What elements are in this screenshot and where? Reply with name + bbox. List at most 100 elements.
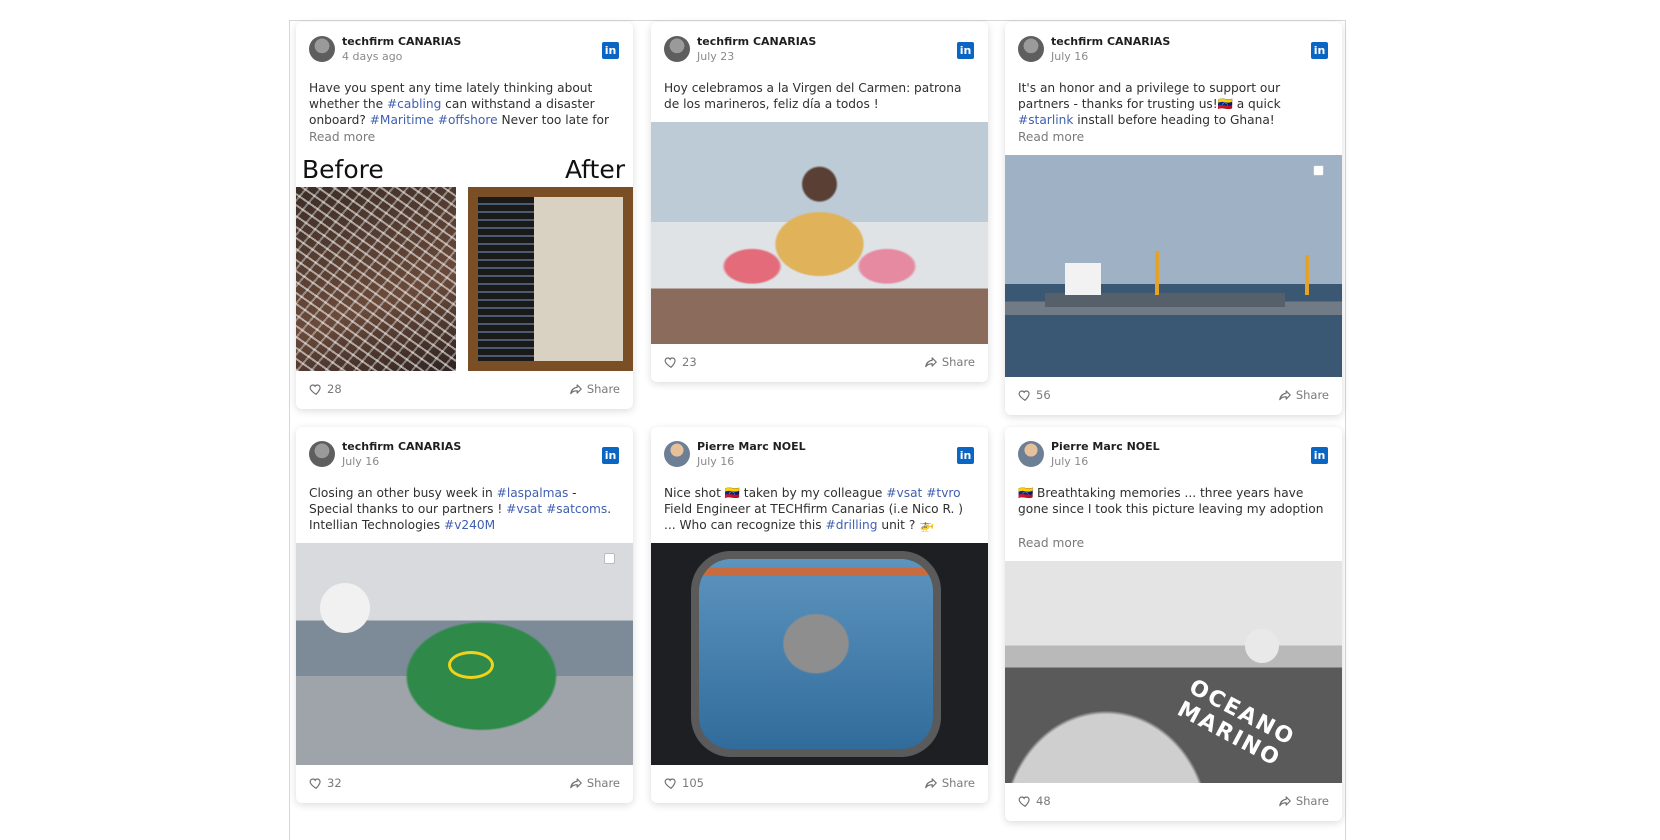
post-card[interactable]: techfirm CANARIAS 4 days ago in Have you… xyxy=(296,22,633,409)
like-button[interactable]: 28 xyxy=(309,382,342,396)
select-checkbox[interactable] xyxy=(604,553,615,564)
avatar[interactable] xyxy=(309,441,335,467)
author-name[interactable]: techfirm CANARIAS xyxy=(697,35,816,48)
linkedin-icon[interactable]: in xyxy=(957,447,974,464)
post-text: It's an honor and a privilege to support… xyxy=(1005,74,1342,128)
post-text: 🇻🇪 Breathtaking memories ... three years… xyxy=(1005,479,1342,517)
post-card[interactable]: Pierre Marc NOEL July 16 in Nice shot 🇻🇪… xyxy=(651,427,988,803)
author-name[interactable]: Pierre Marc NOEL xyxy=(697,440,806,453)
linkedin-icon[interactable]: in xyxy=(957,42,974,59)
post-card[interactable]: techfirm CANARIAS July 16 in It's an hon… xyxy=(1005,22,1342,415)
post-header: Pierre Marc NOEL July 16 in xyxy=(1005,427,1342,479)
post-image[interactable] xyxy=(651,122,988,344)
share-icon xyxy=(569,778,582,789)
like-button[interactable]: 105 xyxy=(664,776,704,790)
post-date: July 16 xyxy=(342,455,380,468)
post-header: Pierre Marc NOEL July 16 in xyxy=(651,427,988,479)
post-image[interactable]: OCEANO MARINO xyxy=(1005,561,1342,783)
read-more-link[interactable]: Read more xyxy=(1005,129,1342,145)
hashtag-link[interactable]: #laspalmas xyxy=(497,486,569,500)
share-button[interactable]: Share xyxy=(924,355,975,369)
post-text: Closing an other busy week in #laspalmas… xyxy=(296,479,633,533)
ship-hull xyxy=(1045,293,1285,307)
hashtag-link[interactable]: #tvro xyxy=(926,486,960,500)
hashtag-link[interactable]: #vsat xyxy=(506,502,542,516)
post-footer: 28 Share xyxy=(296,371,633,409)
author-name[interactable]: techfirm CANARIAS xyxy=(342,35,461,48)
helideck-lettering: OCEANO MARINO xyxy=(1173,674,1299,773)
like-button[interactable]: 48 xyxy=(1018,794,1051,808)
share-icon xyxy=(569,384,582,395)
post-header: techfirm CANARIAS July 23 in xyxy=(651,22,988,74)
post-footer: 56 Share xyxy=(1005,377,1342,415)
avatar[interactable] xyxy=(1018,441,1044,467)
like-count: 105 xyxy=(682,776,704,790)
hashtag-link[interactable]: #starlink xyxy=(1018,113,1073,127)
share-button[interactable]: Share xyxy=(569,382,620,396)
avatar[interactable] xyxy=(664,36,690,62)
avatar[interactable] xyxy=(1018,36,1044,62)
share-icon xyxy=(1278,796,1291,807)
post-card[interactable]: Pierre Marc NOEL July 16 in 🇻🇪 Breathtak… xyxy=(1005,427,1342,821)
author-name[interactable]: techfirm CANARIAS xyxy=(342,440,461,453)
hashtag-link[interactable]: #Maritime xyxy=(370,113,434,127)
radome xyxy=(320,583,370,633)
like-button[interactable]: 56 xyxy=(1018,388,1051,402)
share-button[interactable]: Share xyxy=(569,776,620,790)
post-footer: 48 Share xyxy=(1005,783,1342,821)
linkedin-icon[interactable]: in xyxy=(602,447,619,464)
share-icon xyxy=(924,778,937,789)
post-date: July 23 xyxy=(697,50,735,63)
heart-icon xyxy=(664,357,676,368)
share-label: Share xyxy=(586,776,620,790)
avatar[interactable] xyxy=(664,441,690,467)
like-count: 32 xyxy=(327,776,342,790)
after-photo-frame xyxy=(468,187,633,371)
post-image[interactable] xyxy=(651,543,988,765)
share-button[interactable]: Share xyxy=(1278,794,1329,808)
share-label: Share xyxy=(586,382,620,396)
post-header: techfirm CANARIAS July 16 in xyxy=(1005,22,1342,74)
post-footer: 32 Share xyxy=(296,765,633,803)
post-image[interactable]: Before After xyxy=(296,151,633,371)
like-count: 23 xyxy=(682,355,697,369)
post-text-segment: Hoy celebramos a la Virgen del Carmen: p… xyxy=(664,81,962,111)
share-button[interactable]: Share xyxy=(1278,388,1329,402)
post-image[interactable] xyxy=(296,543,633,765)
share-label: Share xyxy=(941,355,975,369)
post-text-segment: install before heading to Ghana! xyxy=(1073,113,1275,127)
hashtag-link[interactable]: #v240M xyxy=(444,518,495,532)
share-label: Share xyxy=(941,776,975,790)
post-image[interactable] xyxy=(1005,155,1342,377)
post-date: July 16 xyxy=(1051,455,1089,468)
post-text-segment: unit ? 🚁 xyxy=(877,518,935,532)
read-more-link[interactable]: Read more xyxy=(1005,535,1342,551)
post-text-segment: 🇻🇪 Breathtaking memories ... three years… xyxy=(1018,486,1324,516)
linkedin-icon[interactable]: in xyxy=(1311,42,1328,59)
author-name[interactable]: techfirm CANARIAS xyxy=(1051,35,1170,48)
like-count: 48 xyxy=(1036,794,1051,808)
read-more-link[interactable]: Read more xyxy=(296,129,633,145)
linkedin-icon[interactable]: in xyxy=(602,42,619,59)
helideck-marking xyxy=(448,651,494,679)
post-text-segment: Nice shot 🇻🇪 taken by my colleague xyxy=(664,486,887,500)
linkedin-icon[interactable]: in xyxy=(1311,447,1328,464)
post-date: July 16 xyxy=(1051,50,1089,63)
post-text-segment: Closing an other busy week in xyxy=(309,486,497,500)
hashtag-link[interactable]: #cabling xyxy=(387,97,441,111)
like-button[interactable]: 23 xyxy=(664,355,697,369)
like-button[interactable]: 32 xyxy=(309,776,342,790)
like-count: 56 xyxy=(1036,388,1051,402)
hashtag-link[interactable]: #offshore xyxy=(438,113,498,127)
post-card[interactable]: techfirm CANARIAS July 23 in Hoy celebra… xyxy=(651,22,988,382)
hashtag-link[interactable]: #vsat xyxy=(886,486,922,500)
avatar[interactable] xyxy=(309,36,335,62)
heart-icon xyxy=(309,778,321,789)
select-checkbox[interactable] xyxy=(1313,165,1324,176)
hashtag-link[interactable]: #satcoms xyxy=(546,502,607,516)
share-button[interactable]: Share xyxy=(924,776,975,790)
hashtag-link[interactable]: #drilling xyxy=(826,518,878,532)
author-name[interactable]: Pierre Marc NOEL xyxy=(1051,440,1160,453)
before-photo xyxy=(296,187,456,371)
post-card[interactable]: techfirm CANARIAS July 16 in Closing an … xyxy=(296,427,633,803)
